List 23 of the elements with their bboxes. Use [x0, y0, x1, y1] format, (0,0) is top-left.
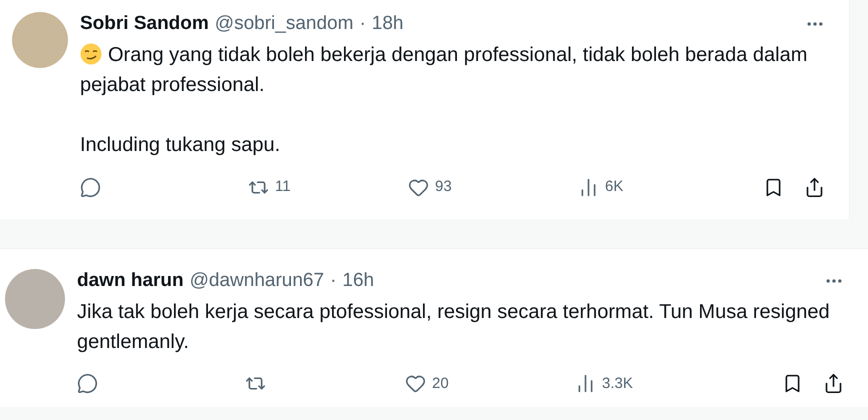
count-label: 93 — [435, 177, 452, 197]
count-label: 11 — [275, 177, 291, 197]
dot-separator: · — [330, 268, 336, 292]
author-handle[interactable]: @sobri_sandom — [214, 12, 354, 36]
like-icon[interactable] — [405, 373, 426, 394]
post-text: Orang yang tidak boleh bekerja dengan professional, tidak boleh berada dalam pejabat professional. — [80, 42, 808, 98]
smirk-emoji-icon — [80, 43, 102, 65]
post-time[interactable]: 16h — [342, 268, 374, 292]
author-name[interactable]: Sobri Sandom — [80, 12, 209, 36]
count-label: 3.3K — [602, 374, 633, 394]
author-name[interactable]: dawn harun — [77, 268, 184, 292]
reply-icon[interactable] — [80, 176, 101, 198]
like-icon[interactable] — [408, 176, 429, 198]
dot-separator: · — [359, 12, 366, 36]
reply-icon[interactable] — [77, 373, 98, 394]
share-icon[interactable] — [804, 176, 825, 198]
post-text: Including tukang sapu. — [80, 133, 282, 158]
count-label: 20 — [432, 374, 449, 394]
post-text: Jika tak boleh kerja secara ptofessional, resign secara terhormat. Tun Musa resigned gentlemanly. — [77, 300, 831, 354]
share-icon[interactable] — [823, 373, 844, 394]
author-handle[interactable]: @dawnharun67 — [190, 268, 324, 292]
count-label: 6K — [605, 177, 624, 197]
post-time[interactable]: 18h — [372, 12, 404, 36]
